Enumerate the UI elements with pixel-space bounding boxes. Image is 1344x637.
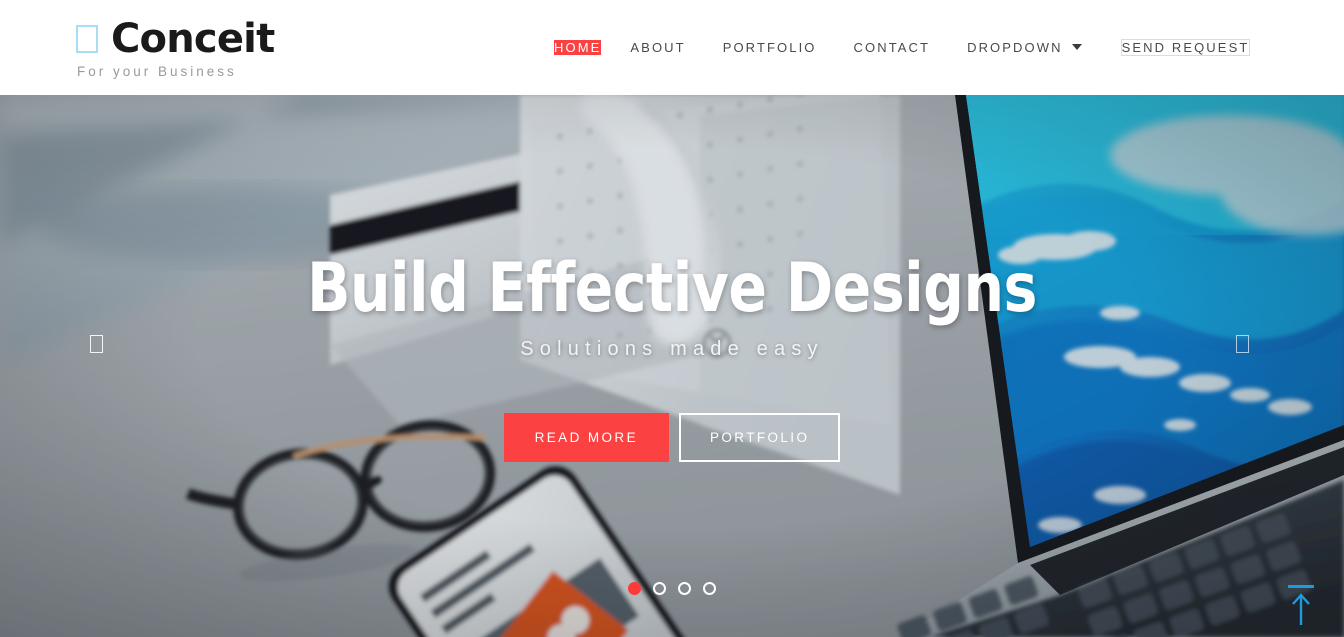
brand-tagline: For your Business [77,64,237,79]
slider-dot-2[interactable] [653,582,666,595]
brand-logo[interactable]: Conceit For your Business [76,16,275,79]
hero-title: Build Effective Designs [307,249,1037,328]
arrow-up-icon [1288,585,1314,625]
nav-link-dropdown[interactable]: DROPDOWN [967,40,1063,55]
send-request-button-wrap[interactable]: SEND REQUEST [1082,0,1251,95]
scroll-to-top-button[interactable] [1284,583,1318,629]
brand-name: Conceit [111,16,275,62]
nav-link-about[interactable]: ABOUT [630,40,685,55]
hero-slider: Build Effective Designs Solutions made e… [0,95,1344,637]
nav-item-dropdown[interactable]: DROPDOWN [967,0,1082,95]
slider-prev-arrow[interactable] [90,335,108,358]
chevron-down-icon [1071,43,1082,50]
nav-item-portfolio[interactable]: PORTFOLIO [723,0,817,95]
nav-link-contact[interactable]: CONTACT [854,40,931,55]
read-more-button[interactable]: READ MORE [503,413,669,462]
nav-link-portfolio[interactable]: PORTFOLIO [723,40,817,55]
send-request-button[interactable]: SEND REQUEST [1120,39,1251,56]
slider-next-arrow[interactable] [1236,335,1254,358]
slider-dot-3[interactable] [678,582,691,595]
nav-link-home[interactable]: HOME [554,40,602,55]
square-outline-icon [76,25,98,53]
hero-subtitle: Solutions made easy [520,338,824,360]
main-navigation: HOME ABOUT PORTFOLIO CONTACT DROPDOWN SE… [554,0,1251,95]
nav-item-home[interactable]: HOME [554,0,602,95]
slider-pagination [0,582,1344,595]
portfolio-button[interactable]: PORTFOLIO [678,413,841,462]
hero-content: Build Effective Designs Solutions made e… [0,95,1344,637]
missing-glyph-box-icon [1236,335,1249,353]
hero-cta-group: READ MORE PORTFOLIO [0,413,1344,462]
slider-dot-1[interactable] [628,582,641,595]
nav-item-contact[interactable]: CONTACT [854,0,931,95]
missing-glyph-box-icon [90,335,103,353]
slider-dot-4[interactable] [703,582,716,595]
nav-item-about[interactable]: ABOUT [630,0,685,95]
site-header: Conceit For your Business HOME ABOUT POR… [0,0,1344,95]
